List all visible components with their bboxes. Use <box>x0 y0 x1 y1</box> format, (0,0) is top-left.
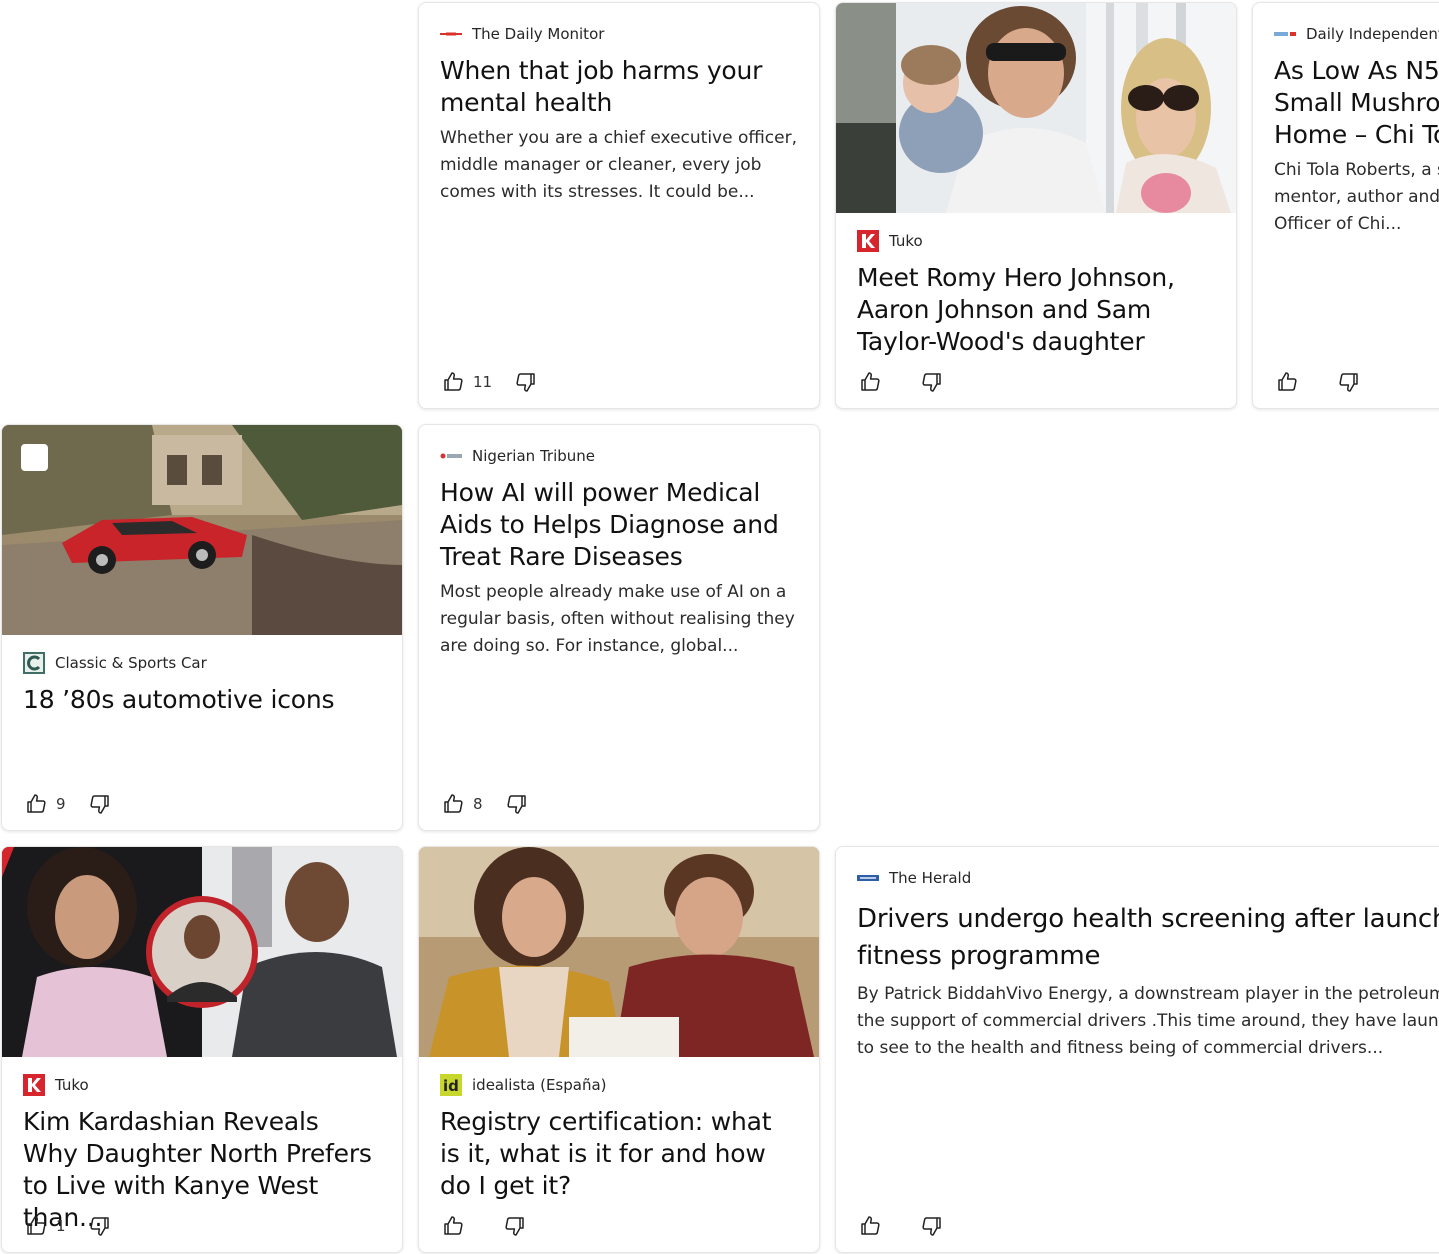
card-source-name: The Herald <box>889 869 972 887</box>
news-card[interactable]: id idealista (España) Registry certifica… <box>418 846 820 1253</box>
thumbs-down-icon[interactable] <box>505 792 529 816</box>
photo-people-image <box>836 3 1236 213</box>
thumbs-down-icon[interactable] <box>1337 370 1361 394</box>
card-description: By Patrick BiddahVivo Energy, a downstre… <box>857 984 1439 1058</box>
tuko-logo-icon <box>23 1074 45 1096</box>
card-description: Chi Tola Roberts, a serial entrepreneur,… <box>1274 160 1439 234</box>
card-source-name: Nigerian Tribune <box>472 447 595 465</box>
card-reactions: 9 <box>24 792 112 816</box>
card-source: id idealista (España) <box>440 1074 607 1096</box>
thumbs-down-icon[interactable] <box>514 370 538 394</box>
the-herald-logo-icon <box>857 875 879 881</box>
thumbs-up-icon[interactable] <box>441 792 465 816</box>
card-source-name: Daily Independent <box>1306 25 1439 43</box>
card-title[interactable]: As Low As N500k, Start Small Mushroom Fa… <box>1274 55 1439 151</box>
news-card[interactable]: The Daily Monitor When that job harms yo… <box>418 2 820 409</box>
news-card[interactable]: Classic & Sports Car 18 ’80s automotive … <box>1 424 403 831</box>
card-reactions: 11 <box>441 370 538 394</box>
card-source-name: Tuko <box>55 1076 89 1094</box>
thumbs-up-icon[interactable] <box>441 370 465 394</box>
thumbs-up-icon[interactable] <box>441 1214 465 1238</box>
card-title[interactable]: Drivers undergo health screening after l… <box>857 901 1439 975</box>
news-card[interactable]: Tuko Meet Romy Hero Johnson, Aaron Johns… <box>835 2 1237 409</box>
news-card[interactable]: The Herald Drivers undergo health screen… <box>835 846 1439 1253</box>
like-count: 11 <box>473 373 493 391</box>
photo-red-car-image <box>2 425 402 635</box>
thumbs-down-icon[interactable] <box>88 1214 112 1238</box>
card-title[interactable]: When that job harms your mental health <box>440 55 797 119</box>
card-reactions <box>1275 370 1361 394</box>
news-card[interactable]: Tuko Kim Kardashian Reveals Why Daughter… <box>1 846 403 1253</box>
news-feed: The Daily Monitor When that job harms yo… <box>0 0 1439 1254</box>
card-source: The Herald <box>857 869 971 887</box>
card-source-name: idealista (España) <box>472 1076 607 1094</box>
card-source: Tuko <box>23 1074 89 1096</box>
like-count: 8 <box>473 795 483 813</box>
thumbs-down-icon[interactable] <box>503 1214 527 1238</box>
card-source: Nigerian Tribune <box>440 447 595 465</box>
card-reactions: 1 <box>24 1214 112 1238</box>
svg-text:id: id <box>443 1077 459 1095</box>
card-reactions: 8 <box>441 792 529 816</box>
daily-independent-logo-icon <box>1274 32 1296 36</box>
thumbs-up-icon[interactable] <box>858 1214 882 1238</box>
card-source: The Daily Monitor <box>440 25 604 43</box>
card-image[interactable] <box>2 425 402 635</box>
card-title[interactable]: 18 ’80s automotive icons <box>23 684 380 716</box>
like-count: 9 <box>56 795 66 813</box>
card-source: Classic & Sports Car <box>23 652 207 674</box>
card-source-name: Tuko <box>889 232 923 250</box>
thumbs-down-icon[interactable] <box>88 792 112 816</box>
card-title[interactable]: Registry certification: what is it, what… <box>440 1106 797 1202</box>
card-title[interactable]: Meet Romy Hero Johnson, Aaron Johnson an… <box>857 262 1214 358</box>
card-reactions <box>858 370 944 394</box>
card-source-name: The Daily Monitor <box>472 25 605 43</box>
nigerian-tribune-logo-icon <box>440 453 462 459</box>
news-card[interactable]: Nigerian Tribune How AI will power Medic… <box>418 424 820 831</box>
thumbs-down-icon[interactable] <box>920 1214 944 1238</box>
card-source-name: Classic & Sports Car <box>55 654 207 672</box>
card-image[interactable] <box>419 847 819 1057</box>
like-count: 1 <box>56 1217 66 1235</box>
thumbs-down-icon[interactable] <box>920 370 944 394</box>
card-image[interactable] <box>836 3 1236 213</box>
thumbs-up-icon[interactable] <box>1275 370 1299 394</box>
thumbs-up-icon[interactable] <box>24 792 48 816</box>
idealista-logo-icon: id <box>440 1074 462 1096</box>
thumbs-up-icon[interactable] <box>858 370 882 394</box>
card-description: Whether you are a chief executive office… <box>440 128 798 202</box>
card-title[interactable]: How AI will power Medical Aids to Helps … <box>440 477 797 573</box>
daily-monitor-logo-icon <box>440 32 462 36</box>
card-image[interactable] <box>2 847 402 1057</box>
news-card[interactable]: Daily Independent As Low As N500k, Start… <box>1252 2 1439 409</box>
select-checkbox[interactable] <box>21 444 48 471</box>
card-reactions <box>858 1214 944 1238</box>
card-description: Most people already make use of AI on a … <box>440 582 795 656</box>
card-source: Daily Independent <box>1274 25 1439 43</box>
card-source: Tuko <box>857 230 923 252</box>
classic-sports-car-logo-icon <box>23 652 45 674</box>
tuko-logo-icon <box>857 230 879 252</box>
card-reactions <box>441 1214 527 1238</box>
thumbs-up-icon[interactable] <box>24 1214 48 1238</box>
photo-couple-documents-image <box>419 847 819 1057</box>
photo-celebrities-image <box>2 847 402 1057</box>
